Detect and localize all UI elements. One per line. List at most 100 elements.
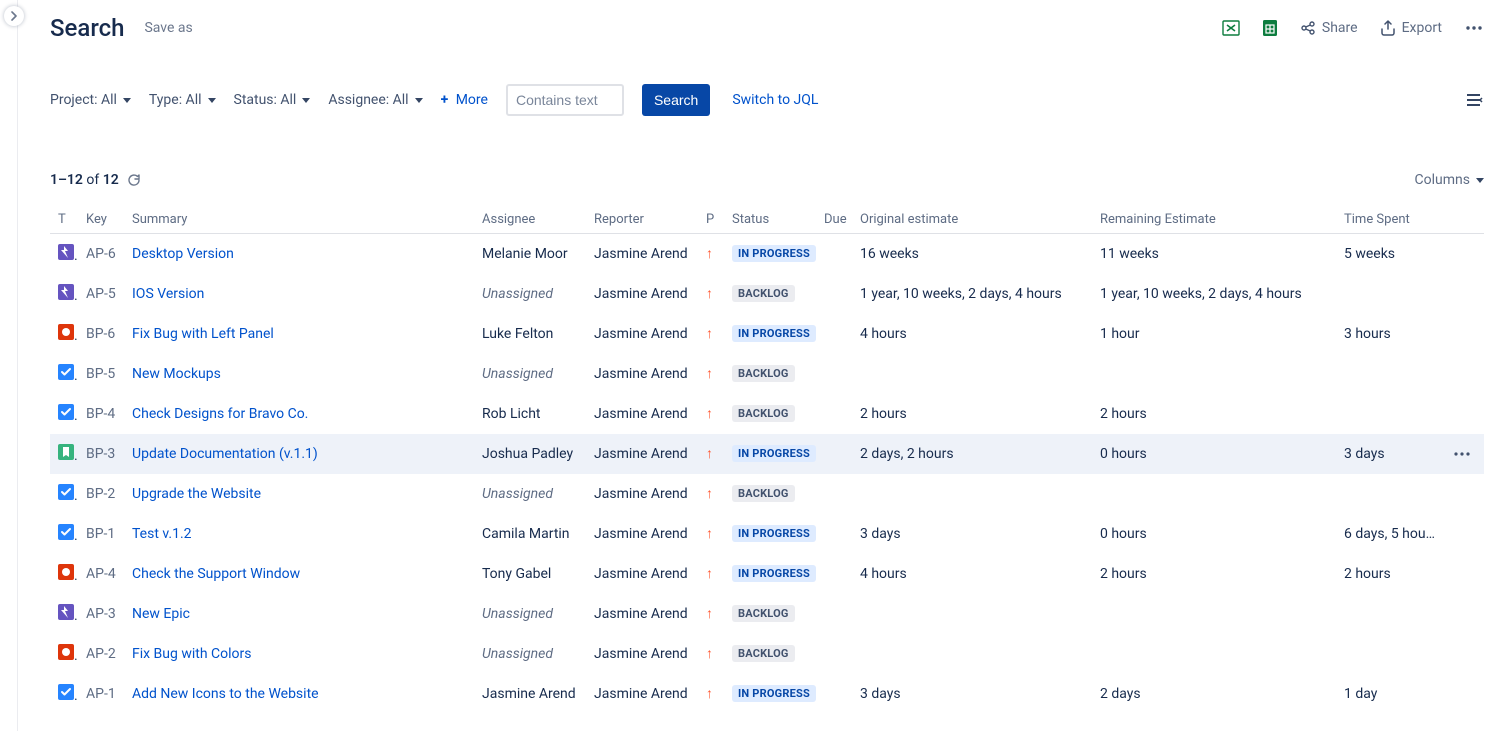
orig-estimate-cell (852, 354, 1092, 394)
row-actions-button[interactable] (1444, 434, 1484, 474)
table-row[interactable]: AP-4Check the Support WindowTony GabelJa… (50, 554, 1484, 594)
priority-up-icon: ↑ (706, 606, 713, 622)
assignee-cell: Unassigned (474, 274, 586, 314)
table-row[interactable]: BP-1Test v.1.2Camila MartinJasmine Arend… (50, 514, 1484, 554)
switch-to-jql-link[interactable]: Switch to JQL (732, 92, 818, 108)
issue-key[interactable]: AP-2 (78, 634, 124, 674)
status-badge[interactable]: BACKLOG (732, 645, 795, 662)
table-row[interactable]: AP-3New EpicUnassignedJasmine Arend↑BACK… (50, 594, 1484, 634)
issue-summary-link[interactable]: IOS Version (132, 286, 204, 302)
issue-key[interactable]: AP-1 (78, 674, 124, 714)
col-due[interactable]: Due (816, 206, 852, 234)
status-badge[interactable]: IN PROGRESS (732, 325, 816, 342)
type-filter-label: Type: All (149, 92, 202, 108)
table-row[interactable]: AP-1Add New Icons to the WebsiteJasmine … (50, 674, 1484, 714)
status-badge[interactable]: BACKLOG (732, 485, 795, 502)
export-button[interactable]: Export (1380, 20, 1442, 36)
table-row[interactable]: AP-2Fix Bug with ColorsUnassignedJasmine… (50, 634, 1484, 674)
col-remain[interactable]: Remaining Estimate (1092, 206, 1336, 234)
expand-sidebar-button[interactable] (4, 6, 24, 26)
text-search-input[interactable] (506, 84, 624, 116)
issue-key[interactable]: AP-5 (78, 274, 124, 314)
status-badge[interactable]: BACKLOG (732, 605, 795, 622)
issue-key[interactable]: BP-5 (78, 354, 124, 394)
table-row[interactable]: BP-5New MockupsUnassignedJasmine Arend↑B… (50, 354, 1484, 394)
issue-key[interactable]: AP-6 (78, 234, 124, 274)
priority-cell: ↑ (698, 234, 724, 274)
issue-summary-link[interactable]: Fix Bug with Left Panel (132, 326, 274, 342)
remain-estimate-cell (1092, 594, 1336, 634)
issue-key[interactable]: AP-4 (78, 554, 124, 594)
priority-up-icon: ↑ (706, 566, 713, 582)
issue-key[interactable]: BP-4 (78, 394, 124, 434)
col-summary[interactable]: Summary (124, 206, 474, 234)
status-filter[interactable]: Status: All (234, 92, 311, 108)
status-badge[interactable]: IN PROGRESS (732, 445, 816, 462)
more-menu-button[interactable] (1464, 18, 1484, 38)
table-row[interactable]: BP-2Upgrade the WebsiteUnassignedJasmine… (50, 474, 1484, 514)
assignee-cell: Rob Licht (474, 394, 586, 434)
issue-summary-link[interactable]: Check Designs for Bravo Co. (132, 406, 308, 422)
issue-summary-link[interactable]: Fix Bug with Colors (132, 646, 251, 662)
google-sheets-icon[interactable] (1262, 19, 1278, 37)
status-badge[interactable]: BACKLOG (732, 365, 795, 382)
table-row[interactable]: AP-5IOS VersionUnassignedJasmine Arend↑B… (50, 274, 1484, 314)
issue-summary-link[interactable]: Update Documentation (v.1.1) (132, 446, 318, 462)
col-key[interactable]: Key (78, 206, 124, 234)
assignee-filter[interactable]: Assignee: All (328, 92, 422, 108)
more-filters-button[interactable]: + More (441, 92, 488, 108)
timespent-cell: 5 weeks (1336, 234, 1444, 274)
status-badge[interactable]: IN PROGRESS (732, 685, 816, 702)
issue-key[interactable]: BP-6 (78, 314, 124, 354)
issue-key[interactable]: BP-3 (78, 434, 124, 474)
col-assignee[interactable]: Assignee (474, 206, 586, 234)
search-button[interactable]: Search (642, 84, 710, 116)
col-spent[interactable]: Time Spent (1336, 206, 1444, 234)
col-type[interactable]: T (50, 206, 78, 234)
issue-summary-link[interactable]: Test v.1.2 (132, 526, 192, 542)
assignee-cell: Unassigned (474, 634, 586, 674)
issue-summary-link[interactable]: Check the Support Window (132, 566, 300, 582)
status-badge[interactable]: IN PROGRESS (732, 565, 816, 582)
status-badge[interactable]: BACKLOG (732, 405, 795, 422)
orig-estimate-cell (852, 594, 1092, 634)
issue-key[interactable]: AP-3 (78, 594, 124, 634)
issue-type-icon (58, 644, 74, 660)
remain-estimate-cell (1092, 474, 1336, 514)
project-filter[interactable]: Project: All (50, 92, 131, 108)
type-filter[interactable]: Type: All (149, 92, 216, 108)
issue-key[interactable]: BP-1 (78, 514, 124, 554)
remain-estimate-cell: 2 hours (1092, 394, 1336, 434)
status-badge[interactable]: IN PROGRESS (732, 245, 816, 262)
reporter-cell: Jasmine Arend (586, 434, 698, 474)
col-reporter[interactable]: Reporter (586, 206, 698, 234)
status-badge[interactable]: BACKLOG (732, 285, 795, 302)
assignee-cell: Tony Gabel (474, 554, 586, 594)
columns-button[interactable]: Columns (1415, 172, 1484, 188)
table-row[interactable]: BP-6Fix Bug with Left PanelLuke FeltonJa… (50, 314, 1484, 354)
table-row[interactable]: BP-4 Check Designs for Bravo Co. Rob Licht… (50, 394, 1484, 434)
due-cell (816, 394, 852, 434)
issue-summary-link[interactable]: Desktop Version (132, 246, 234, 262)
table-row[interactable]: BP-3Update Documentation (v.1.1)Joshua P… (50, 434, 1484, 474)
issue-key[interactable]: BP-2 (78, 474, 124, 514)
issue-summary-link[interactable]: Add New Icons to the Website (132, 686, 319, 702)
excel-export-icon[interactable] (1222, 19, 1240, 37)
col-status[interactable]: Status (724, 206, 816, 234)
save-as-link[interactable]: Save as (144, 20, 192, 36)
col-priority[interactable]: P (698, 206, 724, 234)
issue-summary-link[interactable]: New Epic (132, 606, 190, 622)
view-toggle-button[interactable] (1466, 93, 1484, 107)
status-badge[interactable]: IN PROGRESS (732, 525, 816, 542)
table-row[interactable]: AP-6Desktop VersionMelanie MoorJasmine A… (50, 234, 1484, 274)
issue-summary-link[interactable]: New Mockups (132, 366, 221, 382)
result-count: 1–12 of 12 (50, 172, 119, 188)
refresh-button[interactable] (127, 173, 141, 187)
share-button[interactable]: Share (1300, 20, 1358, 36)
page-title: Search (50, 14, 124, 42)
col-orig[interactable]: Original estimate (852, 206, 1092, 234)
reporter-cell: Jasmine Arend (586, 354, 698, 394)
issue-summary-link[interactable]: Upgrade the Website (132, 486, 261, 502)
priority-cell: ↑ (698, 474, 724, 514)
reporter-cell: Jasmine Arend (586, 314, 698, 354)
